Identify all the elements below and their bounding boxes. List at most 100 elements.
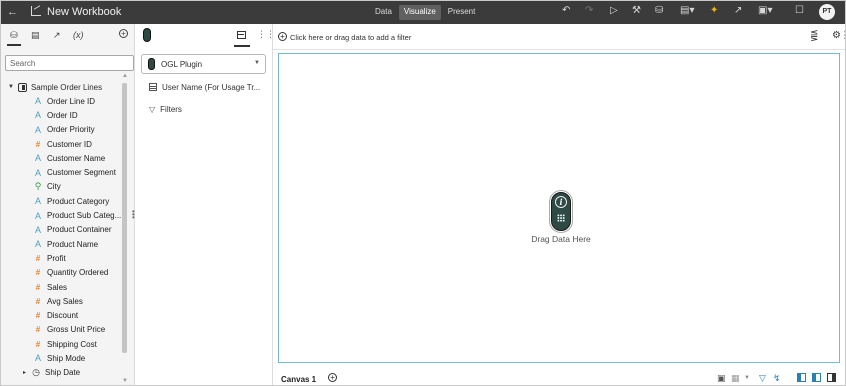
collapse-caret-icon[interactable]: ▼ bbox=[8, 84, 14, 90]
measure-icon: # bbox=[35, 139, 41, 149]
info-icon: i bbox=[555, 196, 567, 208]
redo-icon[interactable]: ↷ bbox=[585, 5, 593, 20]
clear-filter-icon[interactable]: ⪋ bbox=[810, 30, 818, 41]
mode-switcher: Data Visualize Present bbox=[370, 5, 480, 20]
measure-icon: # bbox=[35, 325, 41, 335]
measure-icon: # bbox=[35, 268, 41, 278]
search-input[interactable] bbox=[5, 55, 134, 71]
grid-dots-icon bbox=[557, 214, 565, 222]
column-label: Product Container bbox=[47, 225, 112, 235]
calculations-tab-icon[interactable]: (x) bbox=[73, 30, 84, 40]
column-item[interactable]: A Order Line ID bbox=[34, 94, 123, 108]
plugin-icon bbox=[148, 58, 155, 70]
lightning-icon[interactable]: ↯ bbox=[773, 373, 781, 384]
attribute-icon: A bbox=[34, 196, 41, 207]
filter-icon: ▽ bbox=[149, 104, 156, 114]
play-icon[interactable]: ▷ bbox=[610, 5, 618, 20]
column-label: Shipping Cost bbox=[47, 339, 97, 349]
column-label: Ship Mode bbox=[47, 353, 86, 363]
column-item[interactable]: A Order ID bbox=[34, 108, 123, 122]
column-item[interactable]: # Customer ID bbox=[34, 137, 123, 151]
measure-icon: # bbox=[35, 253, 41, 263]
table-icon bbox=[149, 83, 157, 91]
column-item[interactable]: A Customer Name bbox=[34, 151, 123, 165]
column-item[interactable]: # Gross Unit Price bbox=[34, 323, 123, 337]
column-item[interactable]: # Quantity Ordered bbox=[34, 266, 123, 280]
add-filter-icon[interactable]: + bbox=[278, 32, 287, 41]
visualization-canvas[interactable]: i Drag Data Here bbox=[278, 53, 840, 363]
column-item[interactable]: A Ship Mode bbox=[34, 351, 123, 365]
column-label: Avg Sales bbox=[47, 296, 83, 306]
grid-layout-icon[interactable]: ▦ bbox=[731, 373, 740, 384]
column-item[interactable]: A Order Priority bbox=[34, 123, 123, 137]
column-item[interactable]: # Avg Sales bbox=[34, 294, 123, 308]
top-bar: ← New Workbook Data Visualize Present ↶ … bbox=[1, 1, 845, 24]
data-tab-icon[interactable]: ⛁ bbox=[7, 30, 21, 46]
export-icon[interactable]: ↗ bbox=[734, 5, 742, 20]
tools-icon[interactable]: ⚒ bbox=[632, 5, 641, 20]
grammar-panel-toggle-icon[interactable] bbox=[812, 373, 821, 382]
bookmark-icon[interactable]: ☐ bbox=[795, 5, 804, 20]
visualizations-tab-icon[interactable]: ▤ bbox=[31, 30, 40, 41]
back-arrow-icon[interactable]: ← bbox=[7, 6, 18, 18]
column-item[interactable]: # Profit bbox=[34, 251, 123, 265]
drop-target[interactable]: i Drag Data Here bbox=[531, 190, 591, 244]
column-label: Sales bbox=[47, 282, 68, 292]
add-data-icon[interactable]: + bbox=[119, 29, 128, 38]
column-item[interactable]: A Customer Segment bbox=[34, 165, 123, 179]
undo-icon[interactable]: ↶ bbox=[562, 5, 570, 20]
data-source-row[interactable]: ▼ Sample Order Lines bbox=[8, 80, 102, 94]
workbook-icon bbox=[31, 6, 41, 16]
plugin-icon[interactable] bbox=[143, 28, 151, 42]
add-canvas-icon[interactable]: + bbox=[328, 373, 337, 382]
grammar-row-user-name[interactable]: User Name (For Usage Tr... bbox=[149, 81, 260, 93]
right-panel-toggle-icon[interactable] bbox=[827, 373, 836, 382]
data-panel-scrollbar[interactable] bbox=[122, 83, 127, 353]
mode-present[interactable]: Present bbox=[443, 5, 481, 20]
attribute-icon: A bbox=[34, 96, 41, 107]
narrate-icon[interactable]: ▤▾ bbox=[680, 5, 694, 20]
save-icon[interactable]: ▣▾ bbox=[758, 5, 772, 20]
column-item[interactable]: # Shipping Cost bbox=[34, 337, 123, 351]
scroll-down-icon[interactable]: ▼ bbox=[122, 378, 128, 384]
user-avatar[interactable]: PT bbox=[819, 4, 835, 20]
attribute-icon: A bbox=[34, 124, 41, 135]
auto-insights-icon[interactable]: ✦ bbox=[710, 5, 718, 20]
column-item[interactable]: A Product Container bbox=[34, 223, 123, 237]
column-item[interactable]: A Product Category bbox=[34, 194, 123, 208]
mode-visualize[interactable]: Visualize bbox=[398, 5, 441, 20]
attribute-icon: A bbox=[34, 167, 41, 178]
column-label: Order Line ID bbox=[47, 96, 96, 106]
column-list: A Order Line ID A Order ID A Order Priority… bbox=[23, 94, 123, 380]
column-label: Order ID bbox=[47, 110, 78, 120]
grammar-tab-icon[interactable] bbox=[237, 31, 246, 39]
measure-icon: # bbox=[35, 311, 41, 321]
attribute-icon: A bbox=[34, 239, 41, 250]
column-item[interactable]: A Product Sub Categ... bbox=[34, 208, 123, 222]
chevron-down-icon[interactable]: ▼ bbox=[744, 375, 750, 381]
more-options-icon[interactable]: ⋮ bbox=[840, 30, 845, 41]
column-item[interactable]: # Sales bbox=[34, 280, 123, 294]
mode-data[interactable]: Data bbox=[370, 5, 397, 20]
expand-caret-icon[interactable]: ▸ bbox=[23, 369, 27, 376]
filter-indicator-icon[interactable]: ▽ bbox=[759, 373, 766, 384]
analytics-tab-icon[interactable]: ↗ bbox=[53, 30, 61, 41]
attribute-icon: A bbox=[34, 153, 41, 164]
left-panel-toggle-icon[interactable] bbox=[797, 373, 806, 382]
column-item[interactable]: ⚲ City bbox=[34, 180, 123, 194]
canvas-tab[interactable]: Canvas 1 bbox=[281, 375, 316, 384]
grammar-panel: ⋮⋮ OGL Plugin ▼ User Name (For Usage Tr.… bbox=[135, 24, 275, 385]
scroll-up-icon[interactable]: ▲ bbox=[122, 73, 128, 79]
column-item[interactable]: # Discount bbox=[34, 308, 123, 322]
workbook-title[interactable]: New Workbook bbox=[47, 6, 121, 18]
viz-type-select[interactable]: OGL Plugin ▼ bbox=[141, 54, 266, 74]
filter-bar[interactable]: + Click here or drag data to add a filte… bbox=[273, 24, 845, 50]
data-refresh-icon[interactable]: ⛁ bbox=[655, 5, 663, 20]
grammar-row-filters[interactable]: ▽ Filters bbox=[149, 103, 182, 115]
filter-hint[interactable]: Click here or drag data to add a filter bbox=[290, 33, 411, 42]
column-item[interactable]: ▸ ◷ Ship Date bbox=[23, 366, 123, 380]
image-canvas-icon[interactable]: ▣ bbox=[717, 373, 726, 384]
column-item[interactable]: A Product Name bbox=[34, 237, 123, 251]
measure-icon: # bbox=[35, 296, 41, 306]
column-label: Gross Unit Price bbox=[47, 325, 106, 335]
